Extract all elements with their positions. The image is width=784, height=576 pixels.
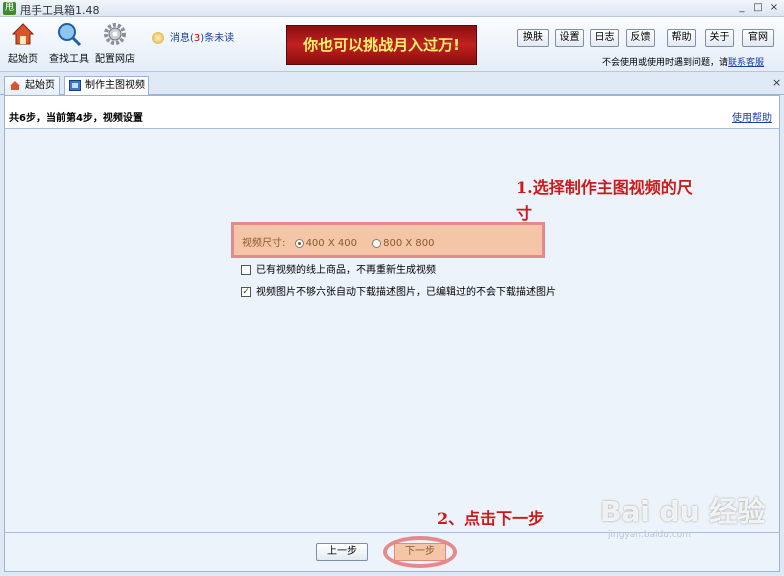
video-size-row: 视频尺寸: 400 X 400 800 X 800	[242, 234, 435, 249]
title-bar: 甩 甩手工具箱1.48 _ □ ×	[0, 0, 784, 17]
usage-help-link[interactable]: 使用帮助	[732, 109, 772, 124]
magnifier-icon	[56, 21, 82, 47]
size-400-radio[interactable]	[294, 238, 304, 248]
watermark-logo: Bai du 经验	[600, 495, 766, 528]
baidu-jingyan-watermark: Bai du 经验 jingyan.baidu.com	[600, 490, 780, 570]
promo-banner[interactable]: 你也可以挑战月入过万!	[286, 25, 477, 65]
main-toolbar: 起始页 查找工具 配置网店 消息(3)条未读 你也可以挑战月入过万! 换肤 设置…	[0, 17, 784, 72]
support-notice: 不会使用或使用时遇到问题，请联系客服	[602, 55, 764, 68]
annotation-step-1: 1.选择制作主图视频的尺 寸	[516, 174, 693, 224]
app-version: 1.48	[75, 4, 100, 17]
maximize-button[interactable]: □	[750, 1, 766, 15]
video-size-group: 视频尺寸: 400 X 400 800 X 800	[231, 222, 545, 258]
size-800-label[interactable]: 800 X 800	[383, 238, 434, 249]
unread-messages-link[interactable]: 消息(3)条未读	[152, 29, 234, 44]
find-tool-label: 查找工具	[49, 54, 89, 65]
website-button[interactable]: 官网	[742, 29, 774, 47]
message-suffix: )条未读	[200, 33, 235, 44]
message-icon	[152, 32, 164, 44]
skip-existing-video-checkbox[interactable]	[241, 265, 251, 275]
auto-download-images-label: 视频图片不够六张自动下载描述图片，已编辑过的不会下载描述图片	[256, 287, 556, 298]
house-icon	[9, 80, 21, 91]
about-button[interactable]: 关于	[705, 29, 734, 47]
annotation-step-2: 2、点击下一步	[437, 509, 545, 528]
skip-existing-video-label: 已有视频的线上商品，不再重新生成视频	[256, 265, 436, 276]
configure-shop-label: 配置网店	[95, 54, 135, 65]
step-indicator: 共6步，当前第4步，视频设置	[9, 113, 143, 124]
close-tab-button[interactable]: ×	[772, 76, 781, 89]
app-name: 甩手工具箱	[20, 4, 75, 17]
annotation-step-1-line-2: 寸	[516, 204, 533, 223]
close-window-button[interactable]: ×	[766, 1, 782, 15]
previous-step-button[interactable]: 上一步	[316, 543, 368, 561]
tab-make-main-video[interactable]: 制作主图视频	[64, 76, 149, 96]
log-button[interactable]: 日志	[590, 29, 619, 47]
tab-home[interactable]: 起始页	[4, 76, 60, 95]
size-800-radio[interactable]	[372, 238, 382, 248]
tab-home-label: 起始页	[25, 80, 55, 91]
feedback-button[interactable]: 反馈	[626, 29, 655, 47]
watermark-url: jingyan.baidu.com	[608, 530, 692, 540]
configure-shop-tool[interactable]: 配置网店	[94, 21, 136, 65]
auto-download-images-checkbox[interactable]: ✓	[241, 287, 251, 297]
home-tool-label: 起始页	[8, 54, 38, 65]
annotation-step-1-line-1: 1.选择制作主图视频的尺	[516, 178, 693, 197]
skip-existing-video-option[interactable]: 已有视频的线上商品，不再重新生成视频	[241, 261, 436, 276]
video-size-label: 视频尺寸:	[242, 238, 286, 249]
size-400-label[interactable]: 400 X 400	[306, 238, 357, 249]
support-notice-text: 不会使用或使用时遇到问题，请	[602, 58, 729, 68]
home-tool[interactable]: 起始页	[6, 21, 40, 65]
film-icon	[69, 80, 81, 91]
minimize-button[interactable]: _	[734, 1, 750, 15]
house-icon	[10, 21, 36, 47]
contact-support-link[interactable]: 联系客服	[728, 58, 764, 68]
message-prefix: 消息(	[170, 33, 194, 44]
help-button[interactable]: 帮助	[667, 29, 696, 47]
find-tool[interactable]: 查找工具	[48, 21, 90, 65]
skin-button[interactable]: 换肤	[517, 29, 549, 47]
step-bar: 共6步，当前第4步，视频设置 使用帮助	[5, 96, 779, 129]
tab-bar: 起始页 制作主图视频	[0, 72, 784, 96]
app-icon: 甩	[3, 2, 16, 15]
next-step-button[interactable]: 下一步	[394, 543, 446, 561]
tab-make-main-video-label: 制作主图视频	[85, 80, 145, 91]
settings-button[interactable]: 设置	[555, 29, 584, 47]
gear-icon	[102, 21, 128, 47]
app-title: 甩手工具箱1.48	[20, 2, 100, 18]
auto-download-images-option[interactable]: ✓ 视频图片不够六张自动下载描述图片，已编辑过的不会下载描述图片	[241, 283, 556, 298]
